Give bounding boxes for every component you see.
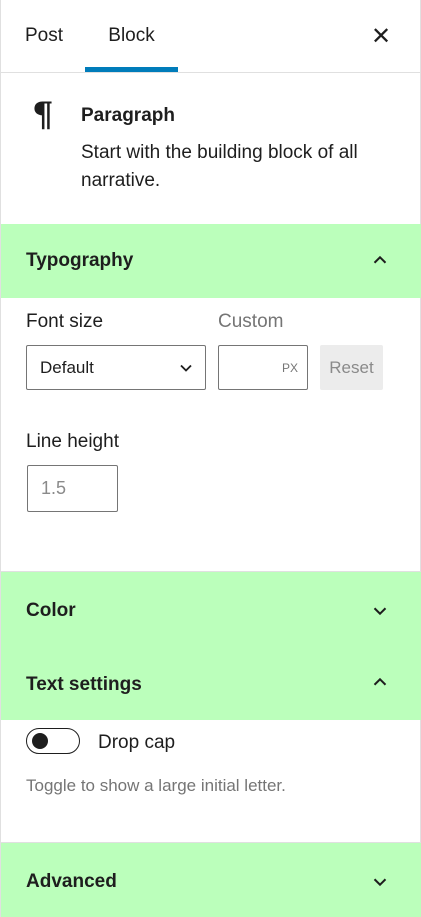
drop-cap-label: Drop cap <box>98 732 176 753</box>
custom-unit-label: PX <box>281 361 298 375</box>
sidebar-tabs: Post Block ✕ <box>1 0 421 73</box>
close-button[interactable]: ✕ <box>367 22 395 50</box>
panel-text-settings-toggle[interactable]: Text settings <box>1 648 421 720</box>
block-card: ¶ Paragraph Start with the building bloc… <box>1 73 421 224</box>
panel-title-text-settings: Text settings <box>26 674 142 695</box>
panel-advanced-toggle[interactable]: Advanced <box>1 843 421 917</box>
chevron-down-icon <box>180 364 192 372</box>
panel-title-typography: Typography <box>26 250 134 271</box>
drop-cap-toggle[interactable] <box>26 728 80 754</box>
tab-block[interactable]: Block <box>85 0 178 72</box>
paragraph-icon: ¶ <box>32 95 54 135</box>
tab-post[interactable]: Post <box>25 0 63 72</box>
line-height-input[interactable]: 1.5 <box>27 465 118 512</box>
block-title: Paragraph <box>81 105 175 126</box>
chevron-up-icon <box>373 255 387 264</box>
font-size-selected-value: Default <box>40 358 94 377</box>
chevron-up-icon <box>373 677 387 686</box>
chevron-down-icon <box>373 878 387 887</box>
panel-color-toggle[interactable]: Color <box>1 572 421 648</box>
custom-size-label: Custom <box>218 311 284 332</box>
close-icon: ✕ <box>370 22 392 50</box>
drop-cap-help-text: Toggle to show a large initial letter. <box>26 776 286 795</box>
chevron-down-icon <box>373 607 387 616</box>
custom-font-size-input[interactable]: PX <box>218 345 308 390</box>
reset-button[interactable]: Reset <box>320 345 383 390</box>
font-size-select[interactable]: Default <box>26 345 206 390</box>
block-inspector-sidebar: Post Block ✕ ¶ Paragraph Start with the … <box>0 0 421 917</box>
block-description: Start with the building block of all nar… <box>81 142 358 191</box>
toggle-knob <box>32 733 48 749</box>
panel-typography-toggle[interactable]: Typography <box>1 224 421 298</box>
line-height-label: Line height <box>26 431 119 452</box>
panel-title-advanced: Advanced <box>26 871 117 892</box>
active-tab-indicator <box>85 67 178 72</box>
panel-title-color: Color <box>26 600 76 621</box>
font-size-label: Font size <box>26 311 104 332</box>
